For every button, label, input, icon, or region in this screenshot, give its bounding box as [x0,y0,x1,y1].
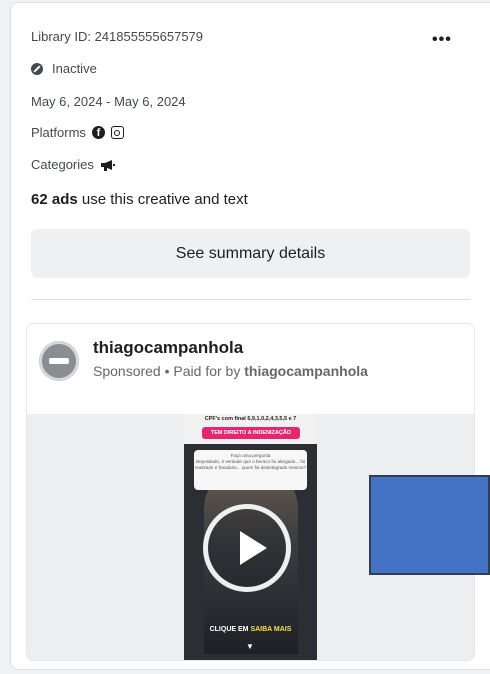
video-header: CPF's com final 6,9,1,0,2,4,3,5,5 e 7 TE… [184,414,317,444]
overlay-rectangle [369,475,490,575]
categories-label: Categories [31,157,94,172]
cta-highlight: SAIBA MAIS [250,626,292,633]
video-top-text: CPF's com final 6,9,1,0,2,4,3,5,5 e 7 [204,416,297,422]
see-summary-details-button[interactable]: See summary details [31,229,470,278]
video-thumbnail[interactable]: CPF's com final 6,9,1,0,2,4,3,5,5 e 7 TE… [184,414,317,660]
video-cta: CLIQUE EM SAIBA MAIS [184,626,317,633]
message-text: Depositado, é verdade que o beraco foi a… [194,459,307,470]
ads-count-text: use this creative and text [77,191,248,208]
paid-for-prefix: Paid for by [173,363,245,379]
platforms-row: Platforms f [31,125,124,140]
date-range: May 6, 2024 - May 6, 2024 [31,94,186,109]
separator: • [160,363,174,379]
date-range-text: May 6, 2024 - May 6, 2024 [31,94,186,109]
sponsored-line: Sponsored • Paid for by thiagocampanhola [93,363,368,379]
library-id-text: Library ID: 241855555657579 [31,29,204,44]
page-name[interactable]: thiagocampanhola [93,338,243,358]
megaphone-icon [100,159,116,171]
facebook-icon: f [91,126,105,139]
categories-row: Categories [31,157,116,172]
instagram-icon [110,126,124,139]
play-button[interactable] [203,504,291,592]
sponsored-label: Sponsored [93,363,161,379]
page-avatar[interactable] [39,341,79,381]
inactive-icon [31,62,43,75]
video-banner: TEM DIREITO A INDENIZAÇÃO [202,427,300,439]
divider [31,299,470,300]
ads-count: 62 ads [31,191,78,208]
cta-prefix: CLIQUE EM [209,626,251,633]
down-arrow-icon: ▼ [246,642,254,651]
paid-for-name[interactable]: thiagocampanhola [244,363,368,379]
play-icon [240,531,267,565]
ads-count-line: 62 ads use this creative and text [31,191,248,208]
platforms-label: Platforms [31,125,86,140]
library-id: Library ID: 241855555657579 [31,29,203,44]
more-options-button[interactable]: ••• [432,31,452,49]
status-row: Inactive [31,61,97,76]
status-text: Inactive [52,61,97,76]
video-message-box: Faça uma pergunta Depositado, é verdade … [194,450,307,490]
